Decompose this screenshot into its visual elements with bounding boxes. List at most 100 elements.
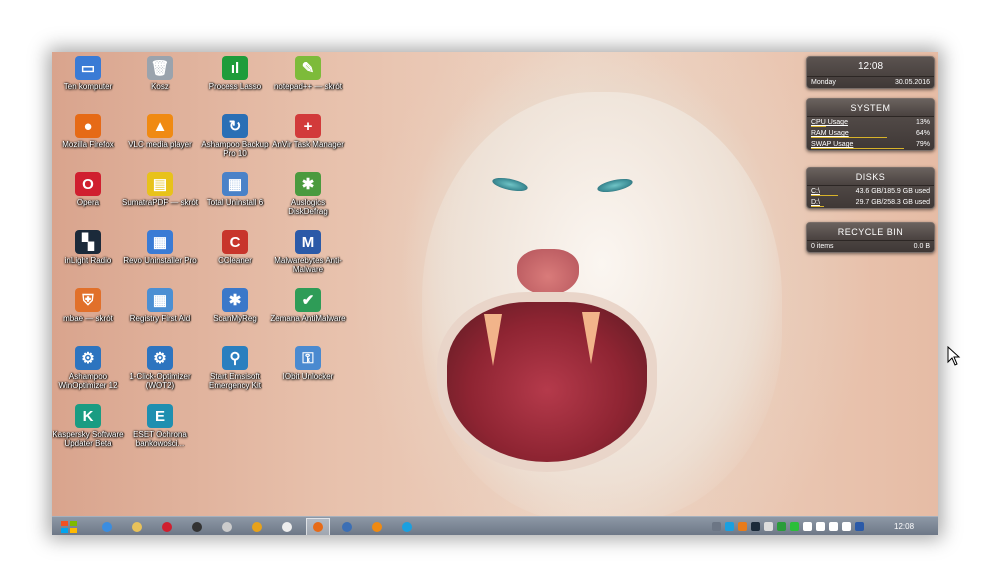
tray-arrow-icon[interactable] [712,522,721,531]
skype-icon-glyph [402,521,412,532]
gadget-recycle-title: RECYCLE BIN [807,223,934,241]
desktop-icon[interactable]: ıl Process Lasso [197,56,273,91]
notes-icon[interactable] [366,519,388,534]
opera-icon[interactable] [156,519,178,534]
desktop-icon[interactable]: ⚙ 1-Click-Optimizer (WOT2) [122,346,198,390]
desktop-icon[interactable]: + AnVir Task Manager [270,114,346,149]
tray-malwarebytes-icon[interactable] [855,522,864,531]
tray-volume-icon[interactable] [842,522,851,531]
gadget-row-label: RAM Usage [811,130,849,137]
winoptimizer-icon: ⚙ [75,346,101,370]
desktop-icon[interactable]: ▤ SumatraPDF — skrót [122,172,198,207]
notepad-plus-icon: ✎ [295,56,321,80]
desktop-icon[interactable]: ✱ Auslogics DiskDefrag [270,172,346,216]
tray-flag-icon[interactable] [803,522,812,531]
desktop-icon[interactable]: ✎ notepad++ — skrót [270,56,346,91]
desktop-icon[interactable]: ⚙ Ashampoo WinOptimizer 12 [52,346,126,390]
desktop-icon-label: Ten komputer [63,82,113,91]
desktop-screen: ▭ Ten komputer 🗑 Kosz ıl Process Lasso ✎ notepa… [52,52,938,535]
malwarebytes-icon: M [295,230,321,254]
desktop-icon-label: mbae — skrót [63,314,113,323]
desktop-icon[interactable]: ✱ ScanMyReg [197,288,273,323]
tray-circle-icon[interactable] [790,522,799,531]
gadget-usage-bar [811,148,904,149]
system-gadget[interactable]: SYSTEM CPU Usage 13% RAM Usage 64% SWAP Usag… [806,98,935,151]
ie-icon[interactable] [96,519,118,534]
firefox-icon-glyph [313,522,323,532]
notes-icon-glyph [372,521,382,532]
thunderbird-icon-glyph [342,521,352,532]
media-icon[interactable] [216,519,238,534]
desktop-icon-label: ESET Ochrona bankowości... [133,430,187,448]
desktop-icon[interactable]: ⚿ IObit Unlocker [270,346,346,381]
desktop-icon-label: ScanMyReg [213,314,257,323]
desktop-icon[interactable]: M Malwarebytes Anti-Malware [270,230,346,274]
explorer-icon-glyph [132,521,142,532]
gadget-row-value: 29.7 GB/258.3 GB used [855,199,930,206]
chat-icon[interactable] [186,519,208,534]
diskdefrag-icon: ✱ [295,172,321,196]
radio-icon: ▚ [75,230,101,254]
tray-network-icon[interactable] [816,522,825,531]
sumatra-icon[interactable] [246,519,268,534]
skype-icon[interactable] [396,519,418,534]
desktop-icon[interactable]: 🗑 Kosz [122,56,198,91]
desktop-icon[interactable]: ▦ Revo Uninstaller Pro [122,230,198,265]
desktop-icon-label: CCleaner [218,256,252,265]
desktop-icon-label: notepad++ — skrót [273,82,343,91]
taskbar-clock[interactable]: 12:08 [894,522,914,531]
drop-icon-glyph [282,521,292,532]
desktop-icon-label: Revo Uninstaller Pro [123,256,197,265]
desktop-icon-label: Mozilla Firefox [62,140,114,149]
desktop-icon[interactable]: E ESET Ochrona bankowości... [122,404,198,448]
desktop-icon[interactable]: ▭ Ten komputer [52,56,126,91]
clock-gadget[interactable]: 12:08 Monday 30.05.2016 [806,56,935,89]
desktop-icon[interactable]: ⚲ Start Emsisoft Emergency Kit [197,346,273,390]
tray-drop-icon[interactable] [764,522,773,531]
desktop-icon[interactable]: K Kaspersky Software Updater Beta [52,404,126,448]
tray-avast-icon[interactable] [738,522,747,531]
desktop-icon[interactable]: ▦ Registry First Aid [122,288,198,323]
disks-gadget[interactable]: DISKS C:\ 43.6 GB/185.9 GB used D:\ 29.7 GB… [806,167,935,209]
drop-icon[interactable] [276,519,298,534]
desktop-icon[interactable]: O Opera [52,172,126,207]
desktop-icon[interactable]: ▚ inLight Radio [52,230,126,265]
explorer-icon[interactable] [126,519,148,534]
kaspersky-icon: K [75,404,101,428]
tray-monitor-icon[interactable] [751,522,760,531]
desktop-icon-label: Zemana AntiMalware [270,314,346,323]
opera-icon: O [75,172,101,196]
gadget-row: D:\ 29.7 GB/258.3 GB used [807,197,934,208]
desktop-icon[interactable]: ▦ Total Uninstall 6 [197,172,273,207]
desktop-icon[interactable]: ✔ Zemana AntiMalware [270,288,346,323]
gadget-clock-date-row: Monday 30.05.2016 [807,77,934,88]
tray-signal-icon[interactable] [829,522,838,531]
zemana-icon: ✔ [295,288,321,312]
desktop-icon-label: Start Emsisoft Emergency Kit [208,372,262,390]
chat-icon-glyph [192,521,202,532]
unlocker-icon: ⚿ [295,346,321,370]
desktop-icon-label: Kosz [151,82,169,91]
windows-start-icon[interactable] [58,519,80,534]
desktop-icon-label: Ashampoo WinOptimizer 12 [58,372,118,390]
wallpaper-tiger-nose [517,249,579,295]
tray-green-icon[interactable] [777,522,786,531]
sumatra-pdf-icon: ▤ [147,172,173,196]
thunderbird-icon[interactable] [336,519,358,534]
tray-skype-icon[interactable] [725,522,734,531]
gadget-row-value: 43.6 GB/185.9 GB used [855,188,930,195]
desktop-icon[interactable]: ⛨ mbae — skrót [52,288,126,323]
desktop-icon[interactable]: ↻ Ashampoo Backup Pro 10 [197,114,273,158]
mouse-cursor-icon [947,346,961,366]
wallpaper-tiger-fang [582,312,600,364]
desktop-icon[interactable]: C CCleaner [197,230,273,265]
desktop-icon[interactable]: ▲ VLC media player [122,114,198,149]
mbae-icon: ⛨ [75,288,101,312]
desktop-icon[interactable]: ● Mozilla Firefox [52,114,126,149]
desktop-icon-label: 1-Click-Optimizer (WOT2) [129,372,191,390]
recycle-bin-gadget[interactable]: RECYCLE BIN 0 items 0.0 B [806,222,935,253]
firefox-icon[interactable] [306,518,330,535]
gadget-row: SWAP Usage 79% [807,139,934,150]
gadget-recycle-items: 0 items [811,243,834,250]
gadget-disk-rows: C:\ 43.6 GB/185.9 GB used D:\ 29.7 GB/258.3… [807,186,934,208]
